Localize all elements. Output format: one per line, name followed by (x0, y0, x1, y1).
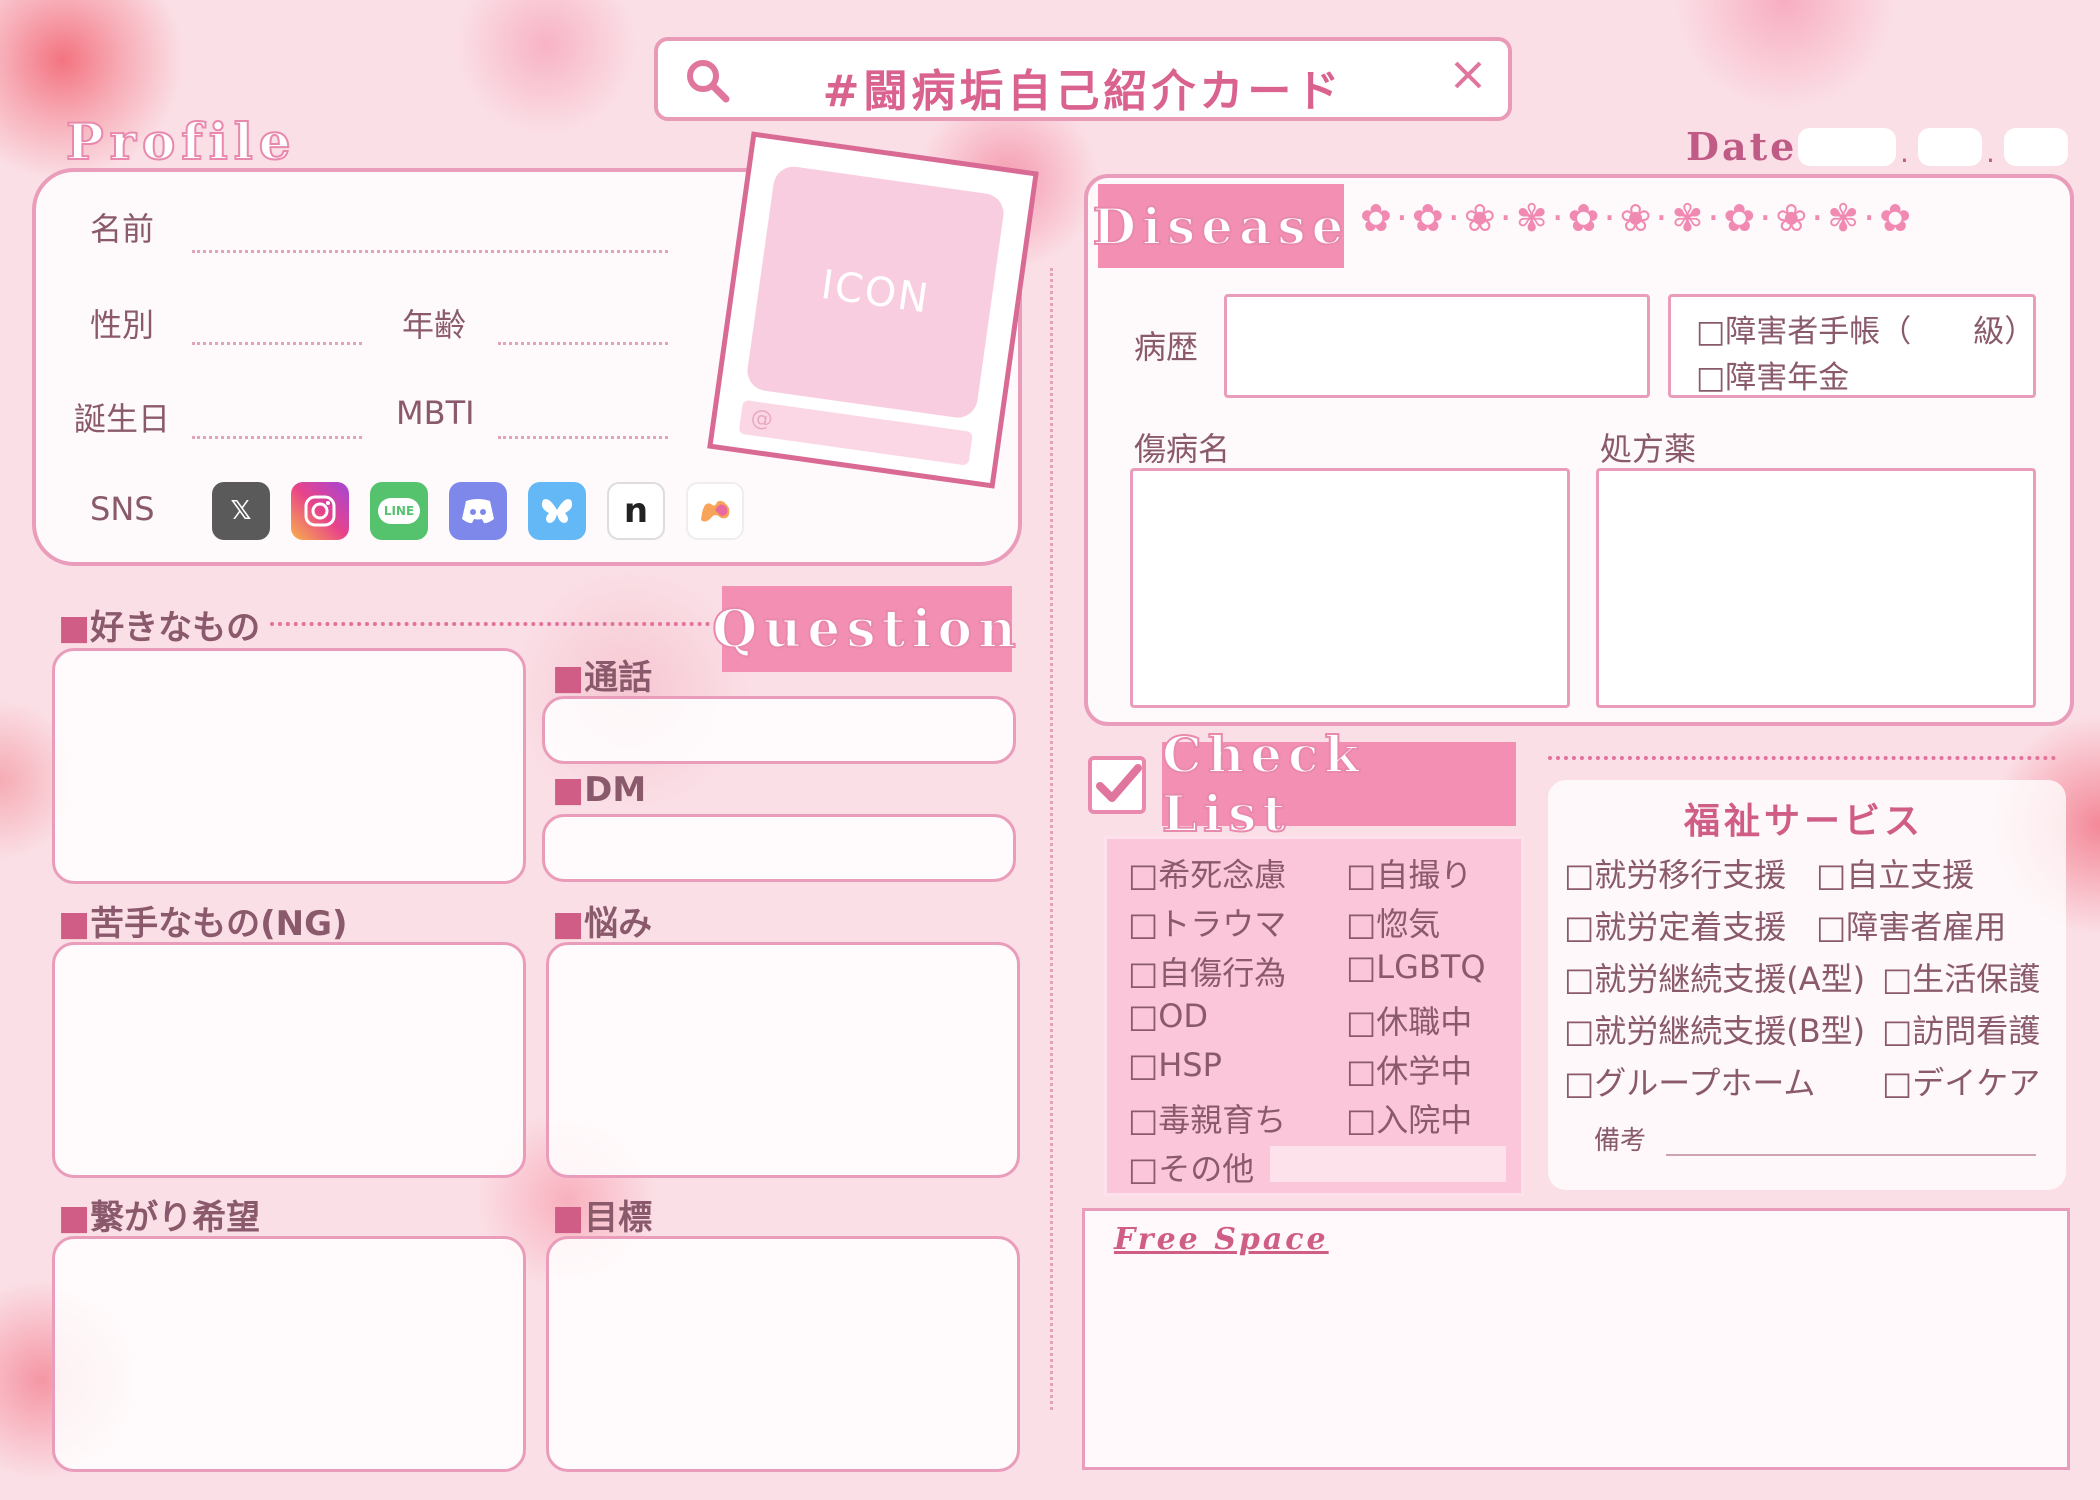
mbti-field[interactable] (498, 436, 668, 439)
dislikes-box[interactable] (52, 942, 526, 1178)
gender-field[interactable] (192, 342, 362, 345)
birthday-field[interactable] (192, 436, 362, 439)
welfare-title: 福祉サービス (1684, 801, 1925, 842)
question-tab: Question (711, 586, 1017, 672)
checklist-item[interactable]: □自傷行為 (1128, 948, 1286, 994)
name-field[interactable] (192, 250, 668, 253)
welfare-item[interactable]: □生活保護 (1882, 954, 2040, 1000)
note-field[interactable] (1666, 1154, 2036, 1156)
welfare-item[interactable]: □就労定着支援 (1564, 902, 1786, 948)
goal-label: ■目標 (552, 1198, 653, 1238)
worries-box[interactable] (546, 942, 1020, 1178)
date-sep: . (1900, 136, 1909, 169)
welfare-item[interactable]: □就労移行支援 (1564, 850, 1786, 896)
line-icon[interactable]: LINE (370, 482, 428, 540)
checklist-item[interactable]: □入院中 (1346, 1095, 1472, 1141)
pension-checkbox[interactable]: □障害年金 (1696, 352, 1849, 397)
note-icon[interactable]: n (607, 482, 665, 540)
welfare-item[interactable]: □障害者雇用 (1816, 902, 2006, 948)
checklist-item[interactable]: □毒親育ち (1128, 1095, 1286, 1141)
vertical-divider (1050, 268, 1053, 1410)
checklist-item[interactable]: □OD (1128, 997, 1208, 1035)
date-month-field[interactable] (1918, 128, 1982, 166)
free-space-title: Free Space (1114, 1222, 1329, 1257)
dislikes-label: ■苦手なもの(NG) (58, 904, 348, 944)
likes-label: ■好きなもの (58, 608, 261, 648)
checklist-tab: Check List (1161, 724, 1516, 844)
welfare-item[interactable]: □自立支援 (1816, 850, 1974, 896)
illness-box[interactable] (1130, 468, 1570, 708)
bluesky-icon[interactable] (528, 482, 586, 540)
connect-box[interactable] (52, 1236, 526, 1472)
date-day-field[interactable] (2004, 128, 2068, 166)
welfare-item[interactable]: □訪問看護 (1882, 1006, 2040, 1052)
mbti-label: MBTI (396, 394, 475, 432)
age-field[interactable] (498, 342, 668, 345)
call-box[interactable] (542, 696, 1016, 764)
checklist-item[interactable]: □休学中 (1346, 1046, 1472, 1092)
other-input[interactable] (1270, 1146, 1506, 1182)
call-label: ■通話 (552, 658, 653, 698)
gender-label: 性別 (90, 306, 155, 344)
misskey-icon[interactable] (686, 482, 744, 540)
welfare-item[interactable]: □デイケア (1882, 1058, 2040, 1104)
welfare-item[interactable]: □就労継続支援(B型) (1564, 1006, 1865, 1052)
checklist-item[interactable]: □その他 (1128, 1144, 1254, 1190)
flower-decoration: ✿·✿·❀·✾·✿·❀·✾·✿·❀·✾·✿ (1360, 196, 1916, 240)
illness-label: 傷病名 (1134, 430, 1231, 468)
history-label: 病歴 (1134, 328, 1199, 366)
goal-box[interactable] (546, 1236, 1020, 1472)
line-icon-label: LINE (377, 498, 421, 524)
date-label: Date (1686, 124, 1798, 169)
age-label: 年齢 (402, 306, 467, 344)
checklist-item[interactable]: □惚気 (1346, 899, 1440, 945)
likes-box[interactable] (52, 648, 526, 884)
welfare-item[interactable]: □就労継続支援(A型) (1564, 954, 1865, 1000)
worries-label: ■悩み (552, 904, 653, 944)
icon-polaroid[interactable]: ICON @ (707, 131, 1039, 489)
check-icon (1088, 756, 1146, 814)
checklist-item[interactable]: □希死念慮 (1128, 850, 1286, 896)
discord-icon[interactable] (449, 482, 507, 540)
checklist-item[interactable]: □自撮り (1346, 850, 1472, 896)
checklist-item[interactable]: □LGBTQ (1346, 948, 1486, 986)
handbook-checkbox[interactable]: □障害者手帳（ 級） (1696, 306, 2035, 351)
x-icon[interactable]: 𝕏 (212, 482, 270, 540)
connect-label: ■繋がり希望 (58, 1198, 261, 1238)
checklist-item[interactable]: □トラウマ (1128, 899, 1286, 945)
close-icon[interactable] (1448, 55, 1488, 95)
history-box[interactable] (1224, 294, 1650, 398)
profile-title: Profile (65, 111, 297, 172)
date-year-field[interactable] (1798, 128, 1896, 166)
name-label: 名前 (90, 210, 155, 248)
instagram-icon[interactable] (291, 482, 349, 540)
sns-icons: 𝕏 LINE n (212, 482, 744, 540)
checklist-item[interactable]: □休職中 (1346, 997, 1472, 1043)
dm-box[interactable] (542, 814, 1016, 882)
icon-placeholder: ICON (744, 164, 1007, 421)
sns-label: SNS (90, 490, 155, 528)
disease-tab: Disease (1092, 184, 1344, 268)
welfare-item[interactable]: □グループホーム (1564, 1058, 1815, 1104)
dotted-divider (1548, 756, 2056, 760)
medicine-box[interactable] (1596, 468, 2036, 708)
note-label: 備考 (1594, 1126, 1647, 1156)
medicine-label: 処方薬 (1600, 430, 1697, 468)
dm-label: ■DM (552, 770, 647, 810)
page-title: #闘病垢自己紹介カード (822, 66, 1344, 117)
date-sep: . (1986, 136, 1995, 169)
title-bar[interactable]: #闘病垢自己紹介カード (654, 37, 1512, 121)
dotted-divider (270, 622, 718, 626)
birthday-label: 誕生日 (74, 400, 171, 438)
checklist-item[interactable]: □HSP (1128, 1046, 1222, 1084)
